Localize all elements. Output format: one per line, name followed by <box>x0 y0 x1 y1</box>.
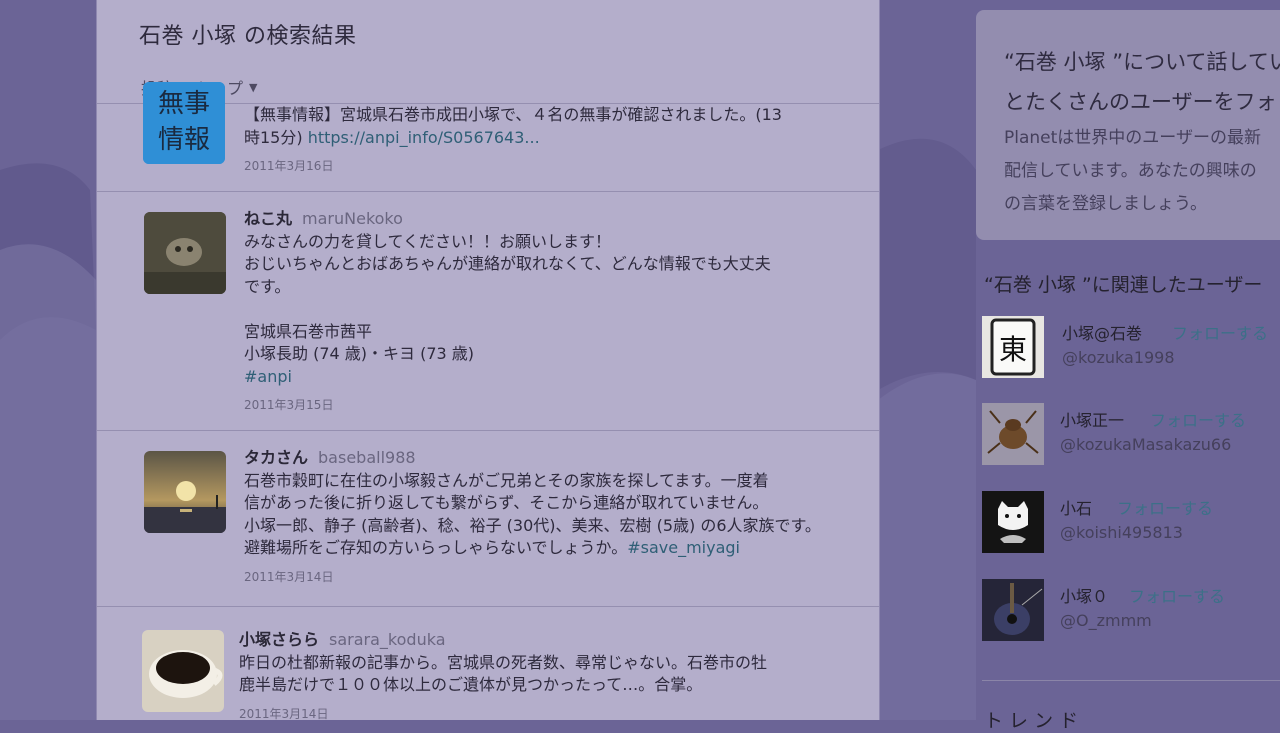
tweet-content: ねこ丸 maruNekoko みなさんの力を貸してください！！お願いします！ おじ… <box>244 208 864 417</box>
search-results-panel: 石巻 小塚 の検索結果 投稿 トップ ▼ 無事 情報 【無事情報】宮城県石巻市成… <box>96 0 880 720</box>
related-user-handle[interactable]: @koishi495813 <box>1060 523 1183 542</box>
coffee-photo-icon <box>142 630 224 712</box>
anpi-info-avatar[interactable]: 無事 情報 <box>143 82 225 164</box>
follow-button[interactable]: フォローする <box>1172 320 1268 344</box>
follow-button[interactable]: フォローする <box>1150 407 1246 431</box>
related-users-title: “石巻 小塚 ”に関連したユーザー <box>984 274 1263 296</box>
hashtag-link[interactable]: #anpi <box>244 367 292 386</box>
avatar[interactable] <box>982 403 1044 465</box>
related-user-name[interactable]: 小塚@石巻 <box>1062 320 1142 344</box>
tweet-author-name[interactable]: タカさん <box>244 448 308 467</box>
avatar[interactable] <box>144 451 226 533</box>
tweet-item[interactable]: ねこ丸 maruNekoko みなさんの力を貸してください！！お願いします！ おじ… <box>97 192 879 431</box>
tweet-item[interactable]: タカさん baseball988 石巻市穀町に在住の小塚毅さんがご兄弟とその家族を… <box>97 431 879 607</box>
tweet-date[interactable]: 2011年3月15日 <box>244 394 864 417</box>
tweet-author-name[interactable]: 小塚さらら <box>239 630 319 649</box>
related-user-handle[interactable]: @kozukaMasakazu66 <box>1060 435 1231 454</box>
svg-text:無事: 無事 <box>158 89 210 119</box>
guitar-photo-icon <box>982 579 1044 641</box>
tweet-item[interactable]: 小塚さらら sarara_koduka 昨日の杜都新報の記事から。宮城県の死者数、… <box>97 607 879 720</box>
planet-card-heading: “石巻 小塚 ”について話してい とたくさんのユーザーをフォ <box>1004 50 1280 114</box>
cat-photo-icon <box>144 212 226 294</box>
cat-drawing-icon <box>982 491 1044 553</box>
tweet-author-handle[interactable]: baseball988 <box>318 448 416 467</box>
tweet-author-handle[interactable]: sarara_koduka <box>329 630 445 649</box>
related-user-item[interactable]: 小塚０ フォローする @O_zmmm <box>982 579 1280 643</box>
tweet-author-name[interactable]: ねこ丸 <box>244 209 292 228</box>
right-column-divider <box>982 680 1280 681</box>
avatar[interactable] <box>982 491 1044 553</box>
related-user-handle[interactable]: @kozuka1998 <box>1062 348 1175 367</box>
follow-button[interactable]: フォローする <box>1129 583 1225 607</box>
tweet-link[interactable]: https://anpi_info/S0567643... <box>308 128 540 147</box>
chevron-down-icon: ▼ <box>249 80 258 94</box>
sunset-photo-icon <box>144 451 226 533</box>
related-user-name[interactable]: 小塚０ <box>1060 583 1108 607</box>
anpi-info-logo-icon: 無事 情報 <box>143 82 225 164</box>
related-user-item[interactable]: 小石 フォローする @koishi495813 <box>982 491 1280 555</box>
hashtag-link[interactable]: #save_miyagi <box>627 538 740 557</box>
beetle-photo-icon <box>982 403 1044 465</box>
page-title: 石巻 小塚 の検索結果 <box>139 24 357 49</box>
related-user-item[interactable]: 東 小塚@石巻 フォローする @kozuka1998 <box>982 316 1280 380</box>
tweet-text: 昨日の杜都新報の記事から。宮城県の死者数、尋常じゃない。石巻市の牡 鹿半島だけで… <box>239 652 768 695</box>
planet-card-description: Planetは世界中のユーザーの最新 配信しています。あなたの興味の の言葉を登… <box>1004 128 1261 214</box>
avatar[interactable] <box>982 579 1044 641</box>
related-user-handle[interactable]: @O_zmmm <box>1060 611 1152 630</box>
related-user-name[interactable]: 小塚正一 <box>1060 407 1124 431</box>
tweet-content: 【無事情報】宮城県石巻市成田小塚で、４名の無事が確認されました。(13 時15分… <box>244 104 854 178</box>
svg-text:東: 東 <box>999 333 1027 366</box>
related-user-name[interactable]: 小石 <box>1060 495 1092 519</box>
avatar[interactable] <box>142 630 224 712</box>
avatar[interactable]: 東 <box>982 316 1044 378</box>
tweet-content: 小塚さらら sarara_koduka 昨日の杜都新報の記事から。宮城県の死者数、… <box>239 629 864 720</box>
tweet-author-handle[interactable]: maruNekoko <box>302 209 403 228</box>
tweet-content: タカさん baseball988 石巻市穀町に在住の小塚毅さんがご兄弟とその家族を… <box>244 447 864 588</box>
tweet-text: みなさんの力を貸してください！！お願いします！ おじいちゃんとおばあちゃんが連絡… <box>244 231 771 364</box>
planet-signup-card: “石巻 小塚 ”について話してい とたくさんのユーザーをフォ Planetは世界… <box>976 10 1280 240</box>
tweet-date[interactable]: 2011年3月16日 <box>244 155 854 178</box>
tweet-date[interactable]: 2011年3月14日 <box>244 566 864 589</box>
follow-button[interactable]: フォローする <box>1117 495 1213 519</box>
related-user-item[interactable]: 小塚正一 フォローする @kozukaMasakazu66 <box>982 403 1280 467</box>
svg-text:情報: 情報 <box>158 125 210 155</box>
avatar[interactable] <box>144 212 226 294</box>
tweet-date[interactable]: 2011年3月14日 <box>239 703 864 721</box>
tweet-item[interactable]: 無事 情報 【無事情報】宮城県石巻市成田小塚で、４名の無事が確認されました。(1… <box>97 82 879 192</box>
mahjong-tile-icon: 東 <box>982 316 1044 378</box>
